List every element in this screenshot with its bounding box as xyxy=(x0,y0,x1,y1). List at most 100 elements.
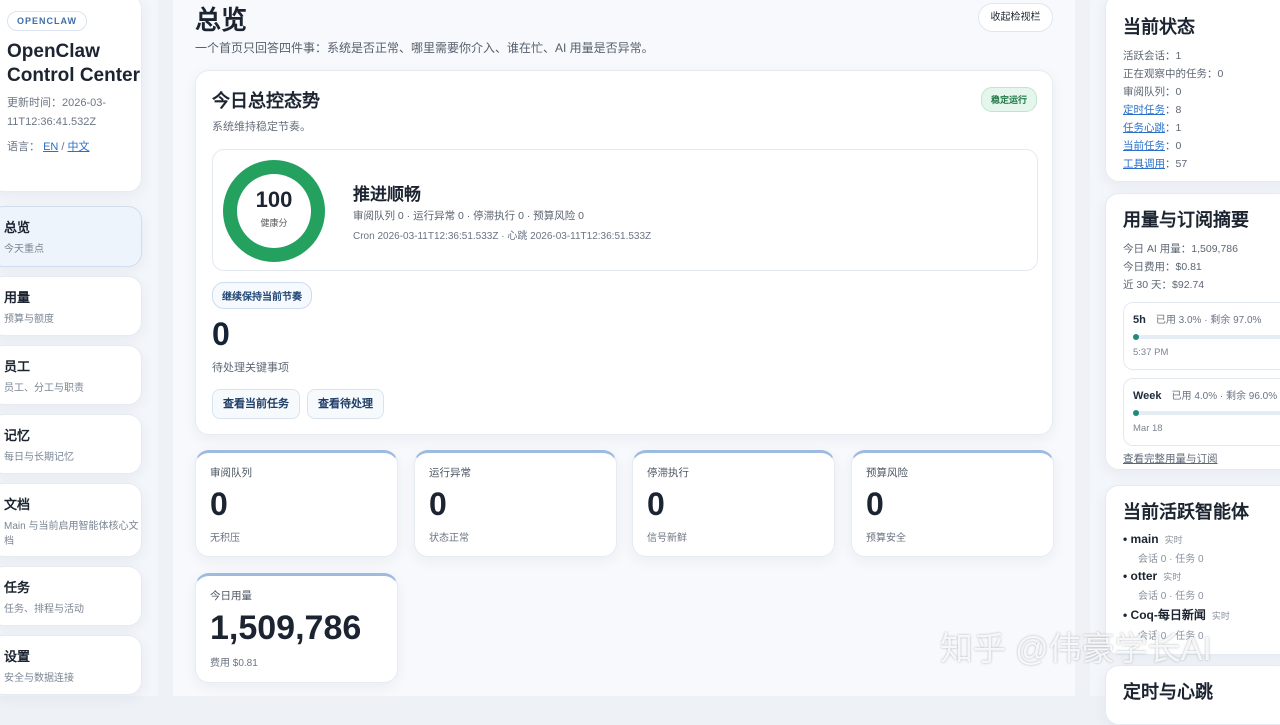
brand-pill: OPENCLAW xyxy=(7,11,87,31)
card-title: 当前活跃智能体 xyxy=(1123,498,1280,524)
lang-zh-link[interactable]: 中文 xyxy=(68,141,90,153)
app-title: OpenClaw Control Center xyxy=(7,40,141,88)
limit-reset: 5:37 PM xyxy=(1133,347,1280,358)
status-timestamps: Cron 2026-03-11T12:36:51.533Z · 心跳 2026-… xyxy=(353,227,651,242)
lang-en-link[interactable]: EN xyxy=(43,141,58,153)
limit-name: Week xyxy=(1133,390,1162,402)
sidebar-item-overview[interactable]: 总览今天重点 xyxy=(0,206,142,267)
status-row: 当前任务：0 xyxy=(1123,137,1280,155)
stat-value: 0 xyxy=(429,486,602,523)
nav-sub: 每日与长期记忆 xyxy=(4,450,141,465)
agent-tag: 实时 xyxy=(1165,535,1183,545)
usage-row: 近 30 天：$92.74 xyxy=(1123,276,1280,294)
limit-progress xyxy=(1133,335,1280,339)
view-pending-button[interactable]: 查看待处理 xyxy=(307,389,384,419)
sidebar-item-usage[interactable]: 用量预算与额度 xyxy=(0,276,142,336)
language-switch: 语言： EN / 中文 xyxy=(7,138,141,154)
limit-5h: 5h已用 3.0% · 剩余 97.0%5:37 PM xyxy=(1123,302,1280,370)
status-row: 工具调用：57 xyxy=(1123,155,1280,173)
collapse-inspector-button[interactable]: 收起检视栏 xyxy=(978,3,1053,32)
page-title: 总览 xyxy=(195,0,247,37)
nav-sub: 安全与数据连接 xyxy=(4,671,141,686)
row-value: ：0 xyxy=(1165,140,1181,152)
agent-item[interactable]: • otter实时会话 0 · 任务 0 xyxy=(1123,569,1280,602)
limit-progress xyxy=(1133,411,1280,415)
updated-time: 更新时间：2026-03-11T12:36:41.532Z xyxy=(7,94,141,132)
limit-reset: Mar 18 xyxy=(1133,423,1280,434)
sidebar-item-staff[interactable]: 员工员工、分工与职责 xyxy=(0,345,142,405)
stat-label: 运行异常 xyxy=(429,465,602,480)
page-subtitle: 一个首页只回答四件事：系统是否正常、哪里需要你介入、谁在忙、AI 用量是否异常。 xyxy=(195,39,654,56)
full-usage-link[interactable]: 查看完整用量与订阅 xyxy=(1123,450,1280,468)
cron-heartbeat-card: 定时与心跳 xyxy=(1105,665,1280,725)
row-value: ：57 xyxy=(1165,158,1187,170)
stat-card-budget-risk: 预算风险0预算安全 xyxy=(851,450,1054,557)
pending-label: 待处理关键事项 xyxy=(212,359,289,375)
nav-sub: 今天重点 xyxy=(4,242,141,257)
row-value: ：1 xyxy=(1165,50,1181,62)
limit-progress-fill xyxy=(1133,410,1139,416)
row-value: ：1 xyxy=(1165,122,1181,134)
stat-value: 0 xyxy=(647,486,820,523)
overview-hero-card: 今日总控态势 系统维持稳定节奏。 稳定运行 100健康分 推进顺畅 审阅队列 0… xyxy=(195,70,1053,435)
nav-label: 总览 xyxy=(4,217,141,236)
hero-subtitle: 系统维持稳定节奏。 xyxy=(212,118,311,134)
sidebar-item-memory[interactable]: 记忆每日与长期记忆 xyxy=(0,414,142,474)
task-heartbeat-link[interactable]: 任务心跳 xyxy=(1123,122,1165,134)
row-value: ：0 xyxy=(1165,86,1181,98)
language-label: 语言： xyxy=(7,141,40,153)
agent-name: main xyxy=(1131,532,1159,546)
nav-label: 设置 xyxy=(4,646,141,665)
sidebar-item-docs[interactable]: 文档 Main 与当前启用智能体核心文档 xyxy=(0,483,142,557)
keep-pace-chip[interactable]: 继续保持当前节奏 xyxy=(212,282,312,309)
pending-count: 0 xyxy=(212,316,230,353)
agent-item[interactable]: • main实时会话 0 · 任务 0 xyxy=(1123,532,1280,565)
nav-label: 文档 xyxy=(4,494,141,513)
status-row: 正在观察中的任务：0 xyxy=(1123,65,1280,83)
status-row: 定时任务：8 xyxy=(1123,101,1280,119)
agent-name: otter xyxy=(1131,569,1158,583)
view-tasks-button[interactable]: 查看当前任务 xyxy=(212,389,300,419)
sidebar-item-tasks[interactable]: 任务任务、排程与活动 xyxy=(0,566,142,626)
nav-sub: 任务、排程与活动 xyxy=(4,602,141,617)
lang-separator: / xyxy=(61,141,64,153)
nav-label: 记忆 xyxy=(4,425,141,444)
nav-sub: 员工、分工与职责 xyxy=(4,381,141,396)
nav-label: 员工 xyxy=(4,356,141,375)
row-key: 活跃会话 xyxy=(1123,50,1165,62)
current-status-card: 当前状态 活跃会话：1 正在观察中的任务：0 审阅队列：0 定时任务：8 任务心… xyxy=(1105,0,1280,182)
row-key: 正在观察中的任务 xyxy=(1123,68,1207,80)
status-row: 任务心跳：1 xyxy=(1123,119,1280,137)
agent-tag: 实时 xyxy=(1163,572,1181,582)
stat-label: 今日用量 xyxy=(210,588,383,603)
stat-label: 审阅队列 xyxy=(210,465,383,480)
row-value: ：0 xyxy=(1207,68,1223,80)
usage-row: 今日费用：$0.81 xyxy=(1123,258,1280,276)
row-key: 审阅队列 xyxy=(1123,86,1165,98)
status-row: 审阅队列：0 xyxy=(1123,83,1280,101)
limit-progress-fill xyxy=(1133,334,1139,340)
agent-tag: 实时 xyxy=(1212,611,1230,621)
stat-label: 停滞执行 xyxy=(647,465,820,480)
main-panel: 总览 一个首页只回答四件事：系统是否正常、哪里需要你介入、谁在忙、AI 用量是否… xyxy=(173,0,1075,696)
stat-note: 预算安全 xyxy=(866,529,1039,544)
cron-tasks-link[interactable]: 定时任务 xyxy=(1123,104,1165,116)
stat-card-runtime-errors: 运行异常0状态正常 xyxy=(414,450,617,557)
nav-sub: Main 与当前启用智能体核心文档 xyxy=(4,519,141,549)
stat-note: 无积压 xyxy=(210,529,383,544)
nav-sub: 预算与额度 xyxy=(4,312,141,327)
usage-cost: 费用 $0.81 xyxy=(210,654,383,669)
agent-stats: 会话 0 · 任务 0 xyxy=(1138,587,1280,602)
card-title: 当前状态 xyxy=(1123,13,1280,39)
stat-value: 0 xyxy=(866,486,1039,523)
stat-note: 信号新鲜 xyxy=(647,529,820,544)
current-tasks-link[interactable]: 当前任务 xyxy=(1123,140,1165,152)
stat-value: 0 xyxy=(210,486,383,523)
health-panel: 100健康分 推进顺畅 审阅队列 0 · 运行异常 0 · 停滞执行 0 · 预… xyxy=(212,149,1038,271)
nav-label: 任务 xyxy=(4,577,141,596)
sidebar-item-settings[interactable]: 设置安全与数据连接 xyxy=(0,635,142,695)
limit-text: 已用 4.0% · 剩余 96.0% xyxy=(1172,391,1278,402)
agent-name: Coq-每日新闻 xyxy=(1131,608,1206,622)
tool-calls-link[interactable]: 工具调用 xyxy=(1123,158,1165,170)
usage-row: 今日 AI 用量：1,509,786 xyxy=(1123,240,1280,258)
